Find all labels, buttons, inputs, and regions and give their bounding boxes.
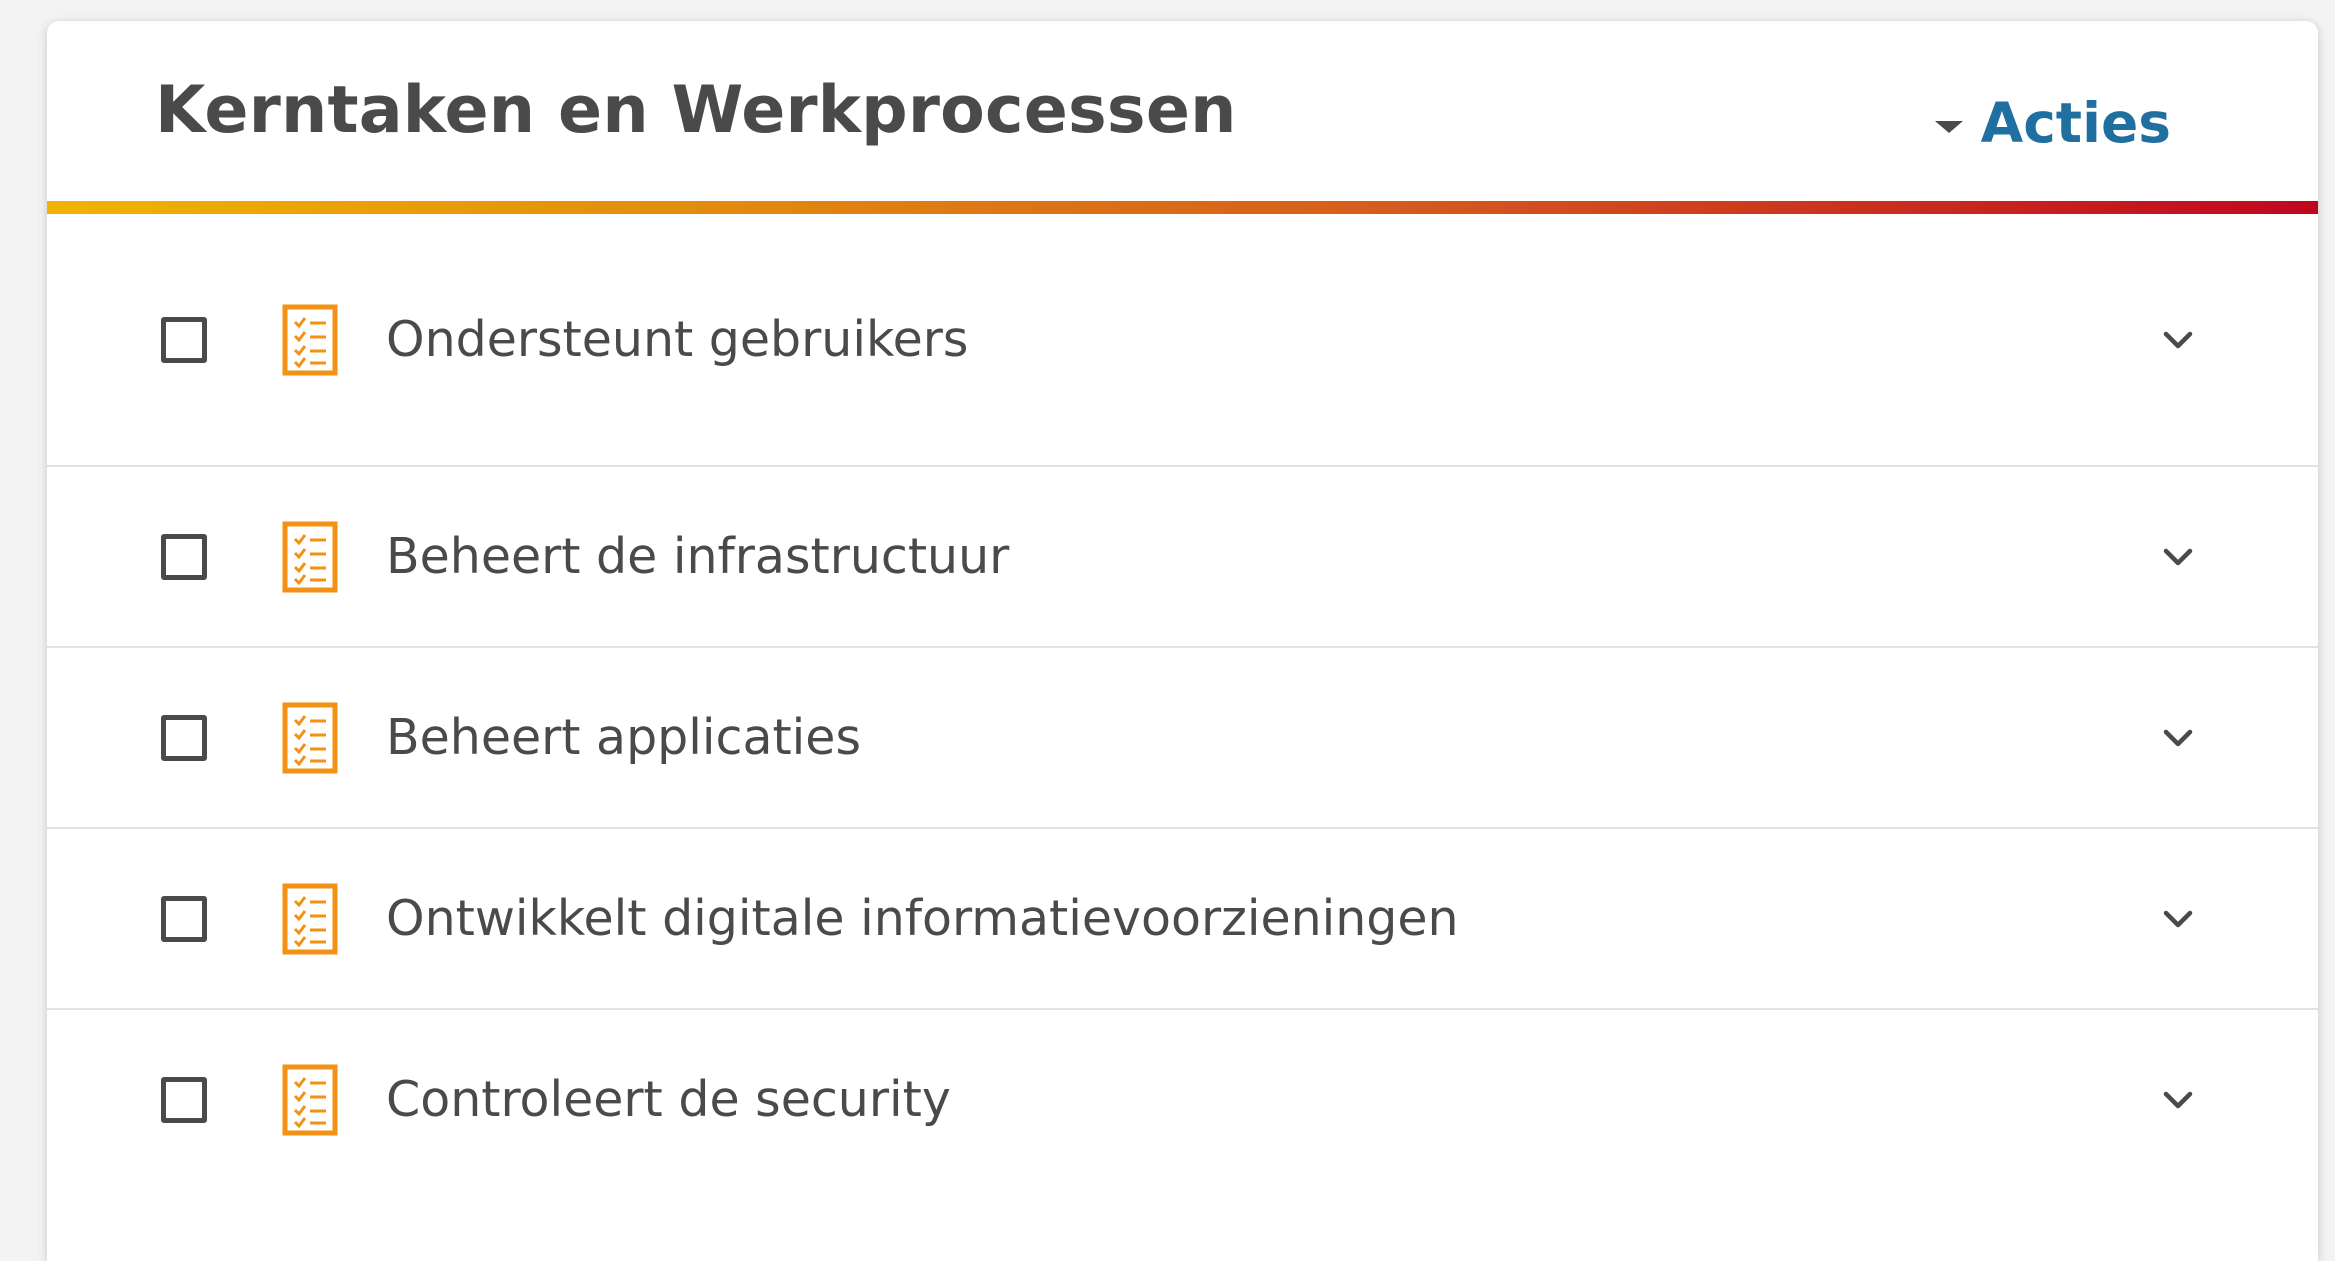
task-label: Controleert de security	[386, 1071, 951, 1128]
card-header: Kerntaken en Werkprocessen Acties	[47, 21, 2318, 201]
checklist-icon	[282, 702, 338, 773]
core-tasks-card: Kerntaken en Werkprocessen Acties Onders…	[47, 21, 2318, 1261]
task-row[interactable]: Ontwikkelt digitale informatievoorzienin…	[47, 829, 2318, 1010]
actions-label: Acties	[1980, 91, 2171, 155]
task-checkbox[interactable]	[161, 714, 207, 761]
chevron-down-icon[interactable]	[2158, 537, 2198, 577]
checklist-icon	[282, 883, 338, 954]
task-list: Ondersteunt gebruikers Beheert de infras…	[47, 214, 2318, 1189]
chevron-down-icon[interactable]	[2158, 320, 2198, 360]
task-checkbox[interactable]	[161, 316, 207, 363]
task-row[interactable]: Beheert de infrastructuur	[47, 467, 2318, 648]
task-label: Beheert de infrastructuur	[386, 528, 1010, 585]
caret-down-icon	[1934, 121, 1963, 133]
task-checkbox[interactable]	[161, 533, 207, 580]
task-label: Ontwikkelt digitale informatievoorzienin…	[386, 890, 1459, 947]
task-checkbox[interactable]	[161, 1076, 207, 1123]
card-title: Kerntaken en Werkprocessen	[155, 73, 1237, 148]
task-row[interactable]: Ondersteunt gebruikers	[47, 214, 2318, 467]
chevron-down-icon[interactable]	[2158, 1080, 2198, 1120]
chevron-down-icon[interactable]	[2158, 899, 2198, 939]
actions-dropdown[interactable]: Acties	[1934, 91, 2171, 155]
task-row[interactable]: Controleert de security	[47, 1010, 2318, 1189]
header-accent-bar	[47, 201, 2318, 214]
task-checkbox[interactable]	[161, 895, 207, 942]
checklist-icon	[282, 1064, 338, 1135]
task-label: Ondersteunt gebruikers	[386, 311, 969, 368]
task-row[interactable]: Beheert applicaties	[47, 648, 2318, 829]
checklist-icon	[282, 521, 338, 592]
chevron-down-icon[interactable]	[2158, 718, 2198, 758]
checklist-icon	[282, 304, 338, 375]
task-label: Beheert applicaties	[386, 709, 861, 766]
